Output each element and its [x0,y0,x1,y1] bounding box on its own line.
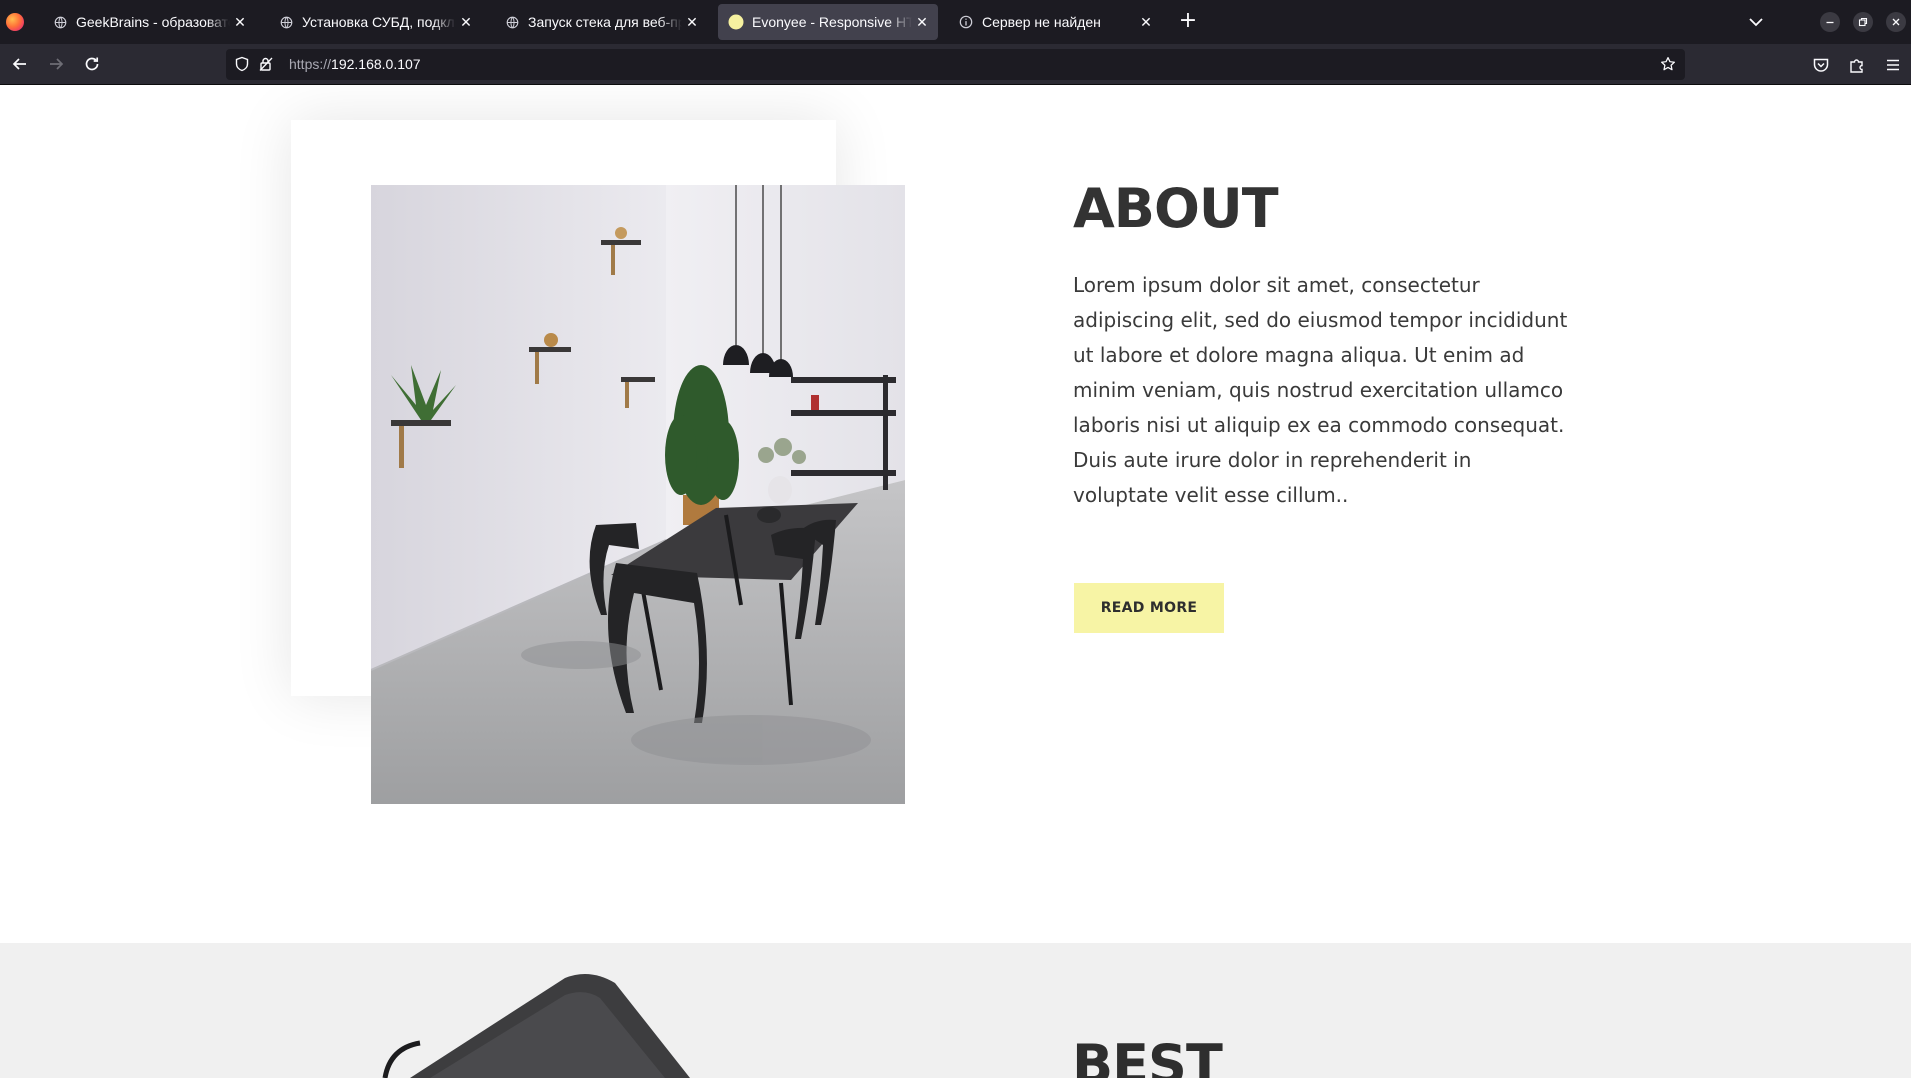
best-heading: BEST [1072,1033,1223,1078]
firefox-logo-icon [6,13,24,31]
globe-icon [278,14,294,30]
reload-icon[interactable] [80,52,104,76]
close-tab-icon[interactable]: ✕ [682,12,702,32]
close-tab-icon[interactable]: ✕ [912,12,932,32]
site-favicon-icon [728,14,744,30]
url-scheme: https:// [289,56,332,72]
navigation-toolbar: https://192.168.0.107 [0,44,1911,85]
list-all-tabs-chevron-icon[interactable] [1744,10,1768,34]
tab-server-not-found[interactable]: Сервер не найден ✕ [948,4,1162,40]
pocket-icon[interactable] [1812,56,1830,74]
url-text[interactable]: https://192.168.0.107 [289,56,421,72]
hamburger-menu-icon[interactable] [1884,56,1902,74]
tab-title: Запуск стека для веб-приложения [528,14,682,30]
extensions-puzzle-icon[interactable] [1848,56,1866,74]
tab-zapusk-steka[interactable]: Запуск стека для веб-приложения ✕ [494,4,708,40]
about-dining-room-image [371,185,905,804]
tab-evonyee[interactable]: Evonyee - Responsive HTML ✕ [718,4,938,40]
read-more-button[interactable]: READ MORE [1074,583,1224,633]
url-host: 192.168.0.107 [331,56,421,72]
close-tab-icon[interactable]: ✕ [456,12,476,32]
insecure-lock-icon[interactable] [258,56,274,72]
bookmark-star-icon[interactable] [1660,56,1676,72]
tab-title: GeekBrains - образовательный портал [76,14,230,30]
info-icon [958,14,974,30]
restore-icon[interactable] [1853,12,1873,32]
globe-icon [52,14,68,30]
forward-arrow-icon[interactable] [44,52,68,76]
web-page: ABOUT Lorem ipsum dolor sit amet, consec… [0,85,1911,1078]
best-chair-image [0,943,1911,1078]
tracking-protection-shield-icon[interactable] [234,56,250,72]
tab-geekbrains[interactable]: GeekBrains - образовательный портал ✕ [42,4,256,40]
about-paragraph: Lorem ipsum dolor sit amet, consectetur … [1073,273,1568,507]
close-tab-icon[interactable]: ✕ [230,12,250,32]
about-heading: ABOUT [1073,177,1279,240]
url-bar[interactable]: https://192.168.0.107 [226,49,1685,80]
back-arrow-icon[interactable] [8,52,32,76]
tab-ustanovka-subd[interactable]: Установка СУБД, подключение ✕ [268,4,482,40]
minimize-icon[interactable] [1820,12,1840,32]
tab-title: Evonyee - Responsive HTML [752,14,912,30]
new-tab-button[interactable]: + [1176,10,1200,34]
close-tab-icon[interactable]: ✕ [1136,12,1156,32]
tab-bar: GeekBrains - образовательный портал ✕ Ус… [0,0,1911,44]
tab-title: Установка СУБД, подключение [302,14,456,30]
globe-icon [504,14,520,30]
tab-title: Сервер не найден [982,14,1101,30]
close-window-icon[interactable] [1886,12,1906,32]
best-section: BEST [0,943,1911,1078]
